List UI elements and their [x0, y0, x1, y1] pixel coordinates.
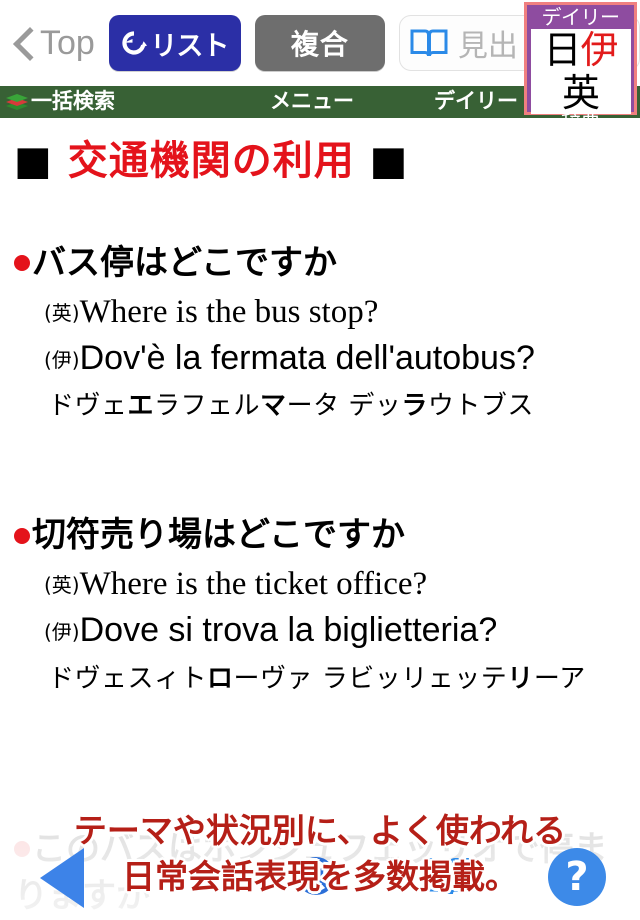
heading-left-square: ■ — [14, 138, 53, 184]
dictionary-badge[interactable]: デイリー 日伊英 辞典 — [524, 2, 637, 135]
back-to-top-button[interactable]: Top — [10, 15, 101, 71]
compound-button-label: 複合 — [290, 29, 349, 60]
heading-right-square: ■ — [369, 138, 409, 184]
badge-lang-ja: 日 — [543, 28, 581, 72]
chevron-left-icon — [14, 27, 34, 59]
dictionary-entry: 切符売り場はどこですか (英)Where is the ticket offic… — [0, 514, 640, 694]
refresh-arrow-icon — [122, 31, 148, 55]
dictionary-badge-languages: 日伊英 — [530, 28, 631, 115]
badge-lang-en: 英 — [561, 70, 600, 115]
entry-bullet-icon — [14, 527, 30, 544]
daily-label[interactable]: デイリー — [434, 86, 518, 118]
entry-japanese-question: 切符売り場はどこですか — [14, 514, 640, 557]
bottom-toolbar: ? — [0, 838, 640, 920]
kana-plain: ーヴァ ラビッリェッテ — [233, 663, 508, 694]
kana-accent: リ — [507, 663, 534, 694]
kana-plain: ータ デッ — [286, 391, 402, 422]
list-button-label: リスト — [150, 30, 229, 61]
entry-japanese-question: バス停はどこですか — [14, 242, 640, 285]
kana-accent: ラ — [401, 391, 428, 422]
gear-icon[interactable] — [288, 848, 344, 904]
badge-lang-it: 伊 — [580, 28, 619, 72]
compound-search-button[interactable]: 複合 — [254, 15, 385, 71]
entry-english-text: Where is the bus stop? — [79, 293, 379, 330]
bulk-search-label: 一括検索 — [31, 90, 115, 113]
italian-language-tag: (伊) — [44, 347, 80, 372]
entry-japanese-text: 切符売り場はどこですか — [32, 515, 405, 556]
entry-italian-text: Dove si trova la biglietteria? — [79, 611, 498, 650]
entry-english-line: (英)Where is the ticket office? — [44, 564, 640, 604]
dictionary-badge-bottom-label: 辞典 — [561, 113, 601, 136]
list-button[interactable]: リスト — [108, 15, 241, 71]
dictionary-entry: バス停はどこですか (英)Where is the bus stop? (伊)D… — [0, 242, 640, 422]
dictionary-badge-top-label: デイリー — [541, 7, 621, 29]
open-book-icon — [410, 29, 448, 57]
kana-plain: ドヴェ — [48, 391, 128, 422]
kana-plain: ラフェル — [154, 391, 261, 422]
entry-spacer — [0, 422, 640, 458]
entry-bullet-icon — [14, 255, 30, 272]
section-heading: ■ 交通機関の利用 ■ — [14, 136, 640, 186]
kana-plain: ドヴェスィト — [48, 663, 208, 694]
entry-italian-line: (伊)Dov'è la fermata dell'autobus? — [0, 338, 640, 379]
kana-accent: マ — [260, 391, 287, 422]
heading-text: 交通機関の利用 — [67, 138, 355, 184]
entry-kana-pronunciation: ドヴェエラフェルマータ デッラウトブス — [48, 391, 640, 422]
open-book-icon[interactable] — [420, 852, 480, 900]
back-triangle-icon[interactable] — [40, 848, 84, 908]
italian-language-tag: (伊) — [44, 620, 80, 645]
entry-english-text: Where is the ticket office? — [79, 565, 428, 602]
back-button-label: Top — [40, 24, 95, 62]
help-circle-icon[interactable]: ? — [548, 848, 606, 906]
kana-plain: ーア — [533, 663, 586, 694]
kana-accent: エ — [127, 391, 155, 422]
entry-italian-text: Dov'è la fermata dell'autobus? — [79, 338, 535, 377]
entry-italian-line: (伊)Dove si trova la biglietteria? — [0, 610, 640, 651]
entry-japanese-text: バス停はどこですか — [32, 243, 337, 283]
entry-kana-pronunciation: ドヴェスィトローヴァ ラビッリェッテリーア — [48, 664, 640, 695]
bulk-search-button[interactable]: 一括検索 — [4, 86, 115, 118]
menu-button[interactable]: メニュー — [270, 86, 354, 118]
english-language-tag: (英) — [44, 572, 80, 597]
entry-english-line: (英)Where is the bus stop? — [44, 292, 640, 332]
dictionary-content: ■ 交通機関の利用 ■ バス停はどこですか (英)Where is the bu… — [0, 118, 640, 798]
stacked-books-icon — [6, 94, 28, 110]
kana-plain: ウトブス — [427, 391, 534, 422]
english-language-tag: (英) — [44, 300, 80, 325]
kana-accent: ロ — [207, 663, 234, 694]
